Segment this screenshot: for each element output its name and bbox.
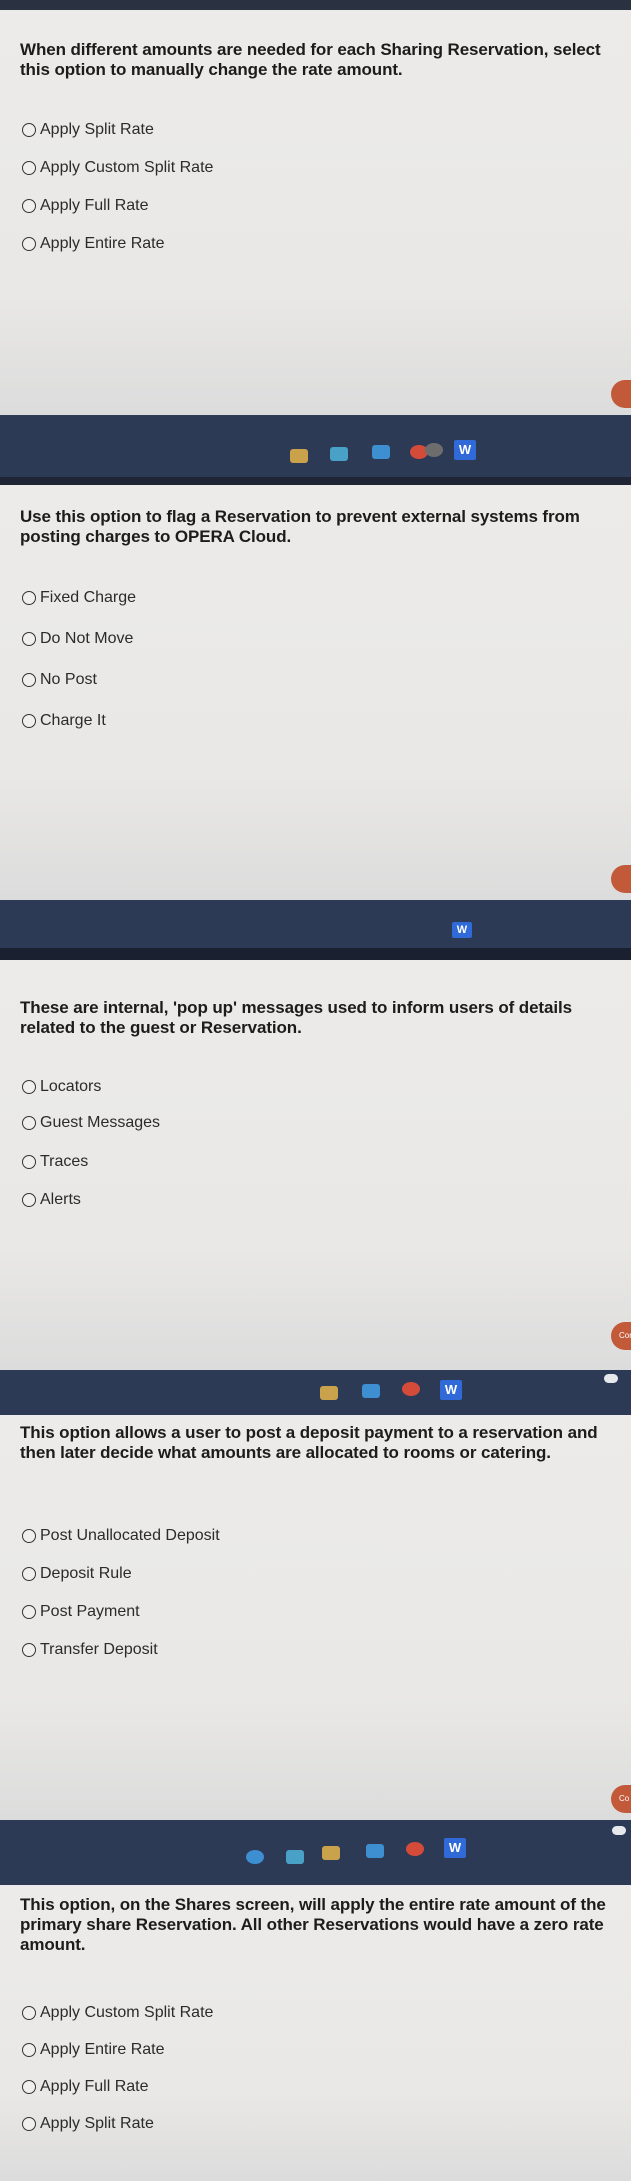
option-post-payment[interactable]: Post Payment <box>22 1603 140 1621</box>
question-text: These are internal, 'pop up' messages us… <box>20 998 572 1037</box>
option-label: Deposit Rule <box>40 1565 132 1582</box>
option-label: Do Not Move <box>40 630 134 647</box>
app-icon[interactable] <box>286 1850 304 1864</box>
option-label: Apply Entire Rate <box>40 235 165 252</box>
option-label: Traces <box>40 1153 89 1170</box>
store-icon[interactable] <box>372 445 390 459</box>
radio-button[interactable] <box>22 1080 36 1094</box>
app-icon[interactable] <box>425 443 443 457</box>
store-icon[interactable] <box>366 1844 384 1858</box>
divider <box>0 948 631 960</box>
radio-button[interactable] <box>22 673 36 687</box>
word-icon[interactable]: W <box>440 1380 462 1400</box>
option-label: Locators <box>40 1078 102 1095</box>
confirm-button[interactable]: Co <box>611 1785 631 1813</box>
option-do-not-move[interactable]: Do Not Move <box>22 630 133 648</box>
radio-button[interactable] <box>22 1155 36 1169</box>
option-label: Apply Custom Split Rate <box>40 2004 214 2021</box>
option-apply-custom-split-rate[interactable]: Apply Custom Split Rate <box>22 159 213 177</box>
option-apply-split-rate[interactable]: Apply Split Rate <box>22 121 154 139</box>
radio-button[interactable] <box>22 1567 36 1581</box>
option-charge-it[interactable]: Charge It <box>22 712 106 730</box>
next-button[interactable] <box>611 380 631 408</box>
option-label: Apply Entire Rate <box>40 2041 165 2058</box>
radio-button[interactable] <box>22 2006 36 2020</box>
word-icon[interactable]: W <box>452 922 472 938</box>
calendar-icon[interactable] <box>322 1846 340 1860</box>
option-transfer-deposit[interactable]: Transfer Deposit <box>22 1641 158 1659</box>
chrome-icon[interactable] <box>406 1842 424 1856</box>
radio-button[interactable] <box>22 1193 36 1207</box>
radio-button[interactable] <box>22 632 36 646</box>
app-icon[interactable] <box>246 1850 264 1864</box>
radio-button[interactable] <box>22 1116 36 1130</box>
option-label: Transfer Deposit <box>40 1641 158 1658</box>
radio-button[interactable] <box>22 714 36 728</box>
question-panel-2: Use this option to flag a Reservation to… <box>0 485 631 900</box>
option-label: Post Payment <box>40 1603 140 1620</box>
option-label: Apply Split Rate <box>40 2115 154 2132</box>
radio-button[interactable] <box>22 1529 36 1543</box>
question-panel-1: When different amounts are needed for ea… <box>0 10 631 415</box>
cloud-icon <box>612 1826 626 1835</box>
option-guest-messages[interactable]: Guest Messages <box>22 1114 160 1132</box>
radio-button[interactable] <box>22 237 36 251</box>
question-text: This option allows a user to post a depo… <box>20 1423 598 1462</box>
option-label: Apply Full Rate <box>40 197 149 214</box>
question-panel-5: This option, on the Shares screen, will … <box>0 1885 631 2181</box>
radio-button[interactable] <box>22 1643 36 1657</box>
option-label: Charge It <box>40 712 106 729</box>
radio-button[interactable] <box>22 591 36 605</box>
radio-button[interactable] <box>22 161 36 175</box>
option-fixed-charge[interactable]: Fixed Charge <box>22 589 136 607</box>
option-label: Apply Split Rate <box>40 121 154 138</box>
option-locators[interactable]: Locators <box>22 1078 101 1096</box>
option-post-unallocated-deposit[interactable]: Post Unallocated Deposit <box>22 1527 220 1545</box>
option-label: Guest Messages <box>40 1114 161 1131</box>
option-no-post[interactable]: No Post <box>22 671 97 689</box>
option-label: No Post <box>40 671 97 688</box>
option-traces[interactable]: Traces <box>22 1153 88 1171</box>
question-panel-3-body: These are internal, 'pop up' messages us… <box>0 960 631 1370</box>
option-apply-custom-split-rate[interactable]: Apply Custom Split Rate <box>22 2004 213 2022</box>
app-icon[interactable] <box>320 1386 338 1400</box>
radio-button[interactable] <box>22 2117 36 2131</box>
taskbar-1: W <box>0 415 631 485</box>
option-apply-full-rate[interactable]: Apply Full Rate <box>22 197 149 215</box>
divider <box>0 477 631 485</box>
chrome-icon[interactable] <box>402 1382 420 1396</box>
app-icon[interactable] <box>290 449 308 463</box>
option-label: Alerts <box>40 1191 81 1208</box>
option-label: Post Unallocated Deposit <box>40 1527 220 1544</box>
confirm-button[interactable]: Conf <box>611 1322 631 1350</box>
option-label: Fixed Charge <box>40 589 137 606</box>
question-text: This option, on the Shares screen, will … <box>20 1895 606 1954</box>
question-text: When different amounts are needed for ea… <box>20 40 601 79</box>
app-icon[interactable] <box>330 447 348 461</box>
next-button[interactable] <box>611 865 631 893</box>
question-text: Use this option to flag a Reservation to… <box>20 507 580 546</box>
radio-button[interactable] <box>22 2080 36 2094</box>
option-deposit-rule[interactable]: Deposit Rule <box>22 1565 132 1583</box>
question-panel-4: This option allows a user to post a depo… <box>0 1415 631 1820</box>
option-apply-entire-rate[interactable]: Apply Entire Rate <box>22 2041 165 2059</box>
store-icon[interactable] <box>362 1384 380 1398</box>
option-alerts[interactable]: Alerts <box>22 1191 81 1209</box>
taskbar-3: W <box>0 1370 631 1415</box>
word-icon[interactable]: W <box>454 440 476 460</box>
option-label: Apply Full Rate <box>40 2078 149 2095</box>
option-apply-full-rate[interactable]: Apply Full Rate <box>22 2078 149 2096</box>
option-apply-split-rate[interactable]: Apply Split Rate <box>22 2115 154 2133</box>
word-icon[interactable]: W <box>444 1838 466 1858</box>
radio-button[interactable] <box>22 2043 36 2057</box>
radio-button[interactable] <box>22 199 36 213</box>
radio-button[interactable] <box>22 1605 36 1619</box>
taskbar-4: W <box>0 1820 631 1885</box>
radio-button[interactable] <box>22 123 36 137</box>
option-apply-entire-rate[interactable]: Apply Entire Rate <box>22 235 165 253</box>
option-label: Apply Custom Split Rate <box>40 159 214 176</box>
cloud-icon <box>604 1374 618 1383</box>
taskbar-2: W <box>0 900 631 960</box>
